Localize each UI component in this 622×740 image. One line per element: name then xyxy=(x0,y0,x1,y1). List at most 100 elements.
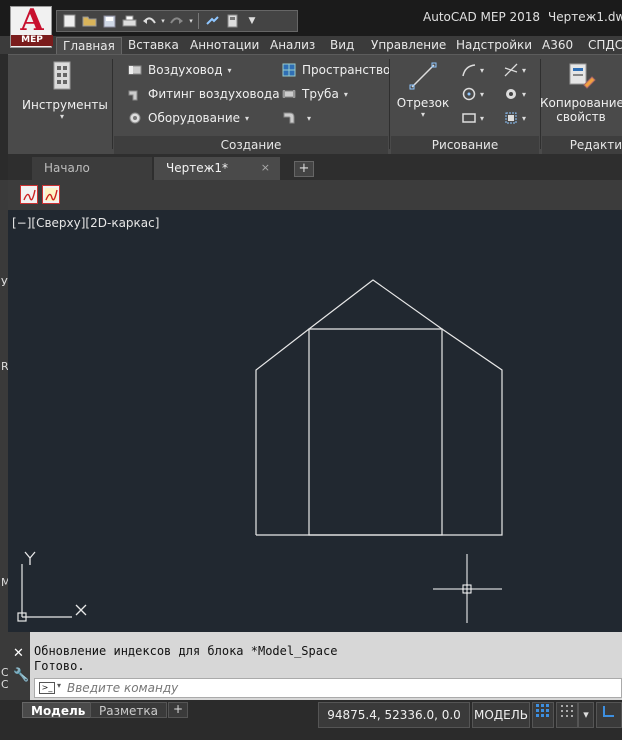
print-icon[interactable] xyxy=(119,12,139,30)
layout-tab-sheet[interactable]: Разметка xyxy=(90,702,167,718)
tab-analyze[interactable]: Анализ xyxy=(270,37,315,54)
chevron-down-icon: ▾ xyxy=(522,113,527,123)
rectangle-button[interactable]: ▾ xyxy=(462,111,484,125)
new-icon[interactable] xyxy=(59,12,79,30)
viewport-controls[interactable]: [−][Сверху][2D-каркас] xyxy=(12,216,159,230)
snap-icon[interactable] xyxy=(556,702,578,728)
ucs-icon xyxy=(17,551,87,622)
tab-a360[interactable]: A360 xyxy=(542,37,573,54)
polyline-icon xyxy=(462,63,476,77)
pipe-fitting-button[interactable]: ▾ xyxy=(282,111,311,125)
equipment-button[interactable]: Оборудование ▾ xyxy=(128,111,249,125)
circle-icon xyxy=(462,87,476,101)
match-properties-button[interactable]: Копирование свойств xyxy=(540,61,622,124)
chevron-down-icon: ▾ xyxy=(480,89,485,99)
chevron-down-icon: ▾ xyxy=(480,113,485,123)
match-properties-label-2: свойств xyxy=(556,110,606,124)
workspace-icon[interactable] xyxy=(222,12,242,30)
grid-icon[interactable] xyxy=(532,702,554,728)
redo-icon[interactable] xyxy=(167,12,187,30)
application-menu-button[interactable]: A MEP xyxy=(10,3,53,48)
tab-view[interactable]: Вид xyxy=(330,37,354,54)
tab-home[interactable]: Главная xyxy=(56,37,122,54)
command-history-line: Обновление индексов для блока *Model_Spa… xyxy=(34,644,338,658)
layout-tab-model[interactable]: Модель xyxy=(22,702,95,718)
chevron-down-icon: ▾ xyxy=(59,112,64,121)
pdf-import-icon[interactable] xyxy=(42,185,60,204)
pipe-button[interactable]: Труба ▾ xyxy=(282,87,348,101)
region-button[interactable]: ▾ xyxy=(504,111,526,125)
pdf-toolbar xyxy=(8,180,622,210)
pipe-label: Труба xyxy=(302,87,339,101)
tab-start-label: Начало xyxy=(44,161,90,175)
hatch-icon xyxy=(504,87,518,101)
tab-annotate[interactable]: Аннотации xyxy=(190,37,259,54)
pdf-export-icon[interactable] xyxy=(20,185,38,204)
panel-divider xyxy=(389,59,390,149)
open-icon[interactable] xyxy=(79,12,99,30)
construction-line-icon xyxy=(504,63,518,77)
chevron-down-icon: ▾ xyxy=(307,113,312,123)
coordinate-readout[interactable]: 94875.4, 52336.0, 0.0 xyxy=(318,702,470,728)
duct-fitting-button[interactable]: Фитинг воздуховода▾ xyxy=(128,87,289,101)
duct-fitting-icon xyxy=(128,87,142,101)
command-line-handle: ✕ 🔧 xyxy=(8,632,30,700)
tab-spds[interactable]: СПДС xyxy=(588,37,622,54)
command-prompt-icon[interactable]: >_ xyxy=(39,682,55,694)
duct-button[interactable]: Воздуховод ▾ xyxy=(128,63,232,77)
share-icon[interactable] xyxy=(202,12,222,30)
house-outline[interactable] xyxy=(255,279,503,536)
tab-addins[interactable]: Надстройки xyxy=(456,37,532,54)
construction-line-button[interactable]: ▾ xyxy=(504,63,526,77)
document-title: Чертеж1.dwg xyxy=(548,10,622,24)
model-space-toggle[interactable]: МОДЕЛЬ xyxy=(472,702,530,728)
polyline-button[interactable]: ▾ xyxy=(462,63,484,77)
duct-fitting-label: Фитинг воздуховода xyxy=(148,87,280,101)
draw-panel-title: Рисование xyxy=(391,136,539,154)
tab-insert[interactable]: Вставка xyxy=(128,37,179,54)
hatch-button[interactable]: ▾ xyxy=(504,87,526,101)
undo-icon[interactable] xyxy=(139,12,159,30)
model-space-drawing xyxy=(17,279,503,623)
add-layout-button[interactable]: + xyxy=(168,702,188,718)
document-tab-bar: Начало Чертеж1* × + xyxy=(8,154,622,180)
palette-label: У xyxy=(1,276,8,289)
tab-drawing[interactable]: Чертеж1* × xyxy=(154,157,280,180)
quick-access-toolbar: ▾ ▾ ▼ xyxy=(56,10,298,32)
chevron-down-icon: ▾ xyxy=(343,89,348,99)
docked-palette-edge: У R М С С xyxy=(0,180,11,740)
close-icon[interactable]: ✕ xyxy=(13,646,24,661)
equipment-label: Оборудование xyxy=(148,111,240,125)
chevron-down-icon: ▾ xyxy=(227,65,232,75)
wrench-icon[interactable]: 🔧 xyxy=(13,668,29,683)
new-drawing-tab-button[interactable]: + xyxy=(294,161,314,177)
tab-start[interactable]: Начало xyxy=(32,157,152,180)
save-icon[interactable] xyxy=(99,12,119,30)
region-icon xyxy=(504,111,518,125)
chevron-down-icon[interactable]: ▾ xyxy=(159,12,167,30)
ortho-icon[interactable] xyxy=(596,702,622,728)
command-input[interactable] xyxy=(67,680,607,696)
app-product-badge: MEP xyxy=(11,35,53,46)
inner-rectangle[interactable] xyxy=(308,328,443,536)
customize-icon[interactable]: ▼ xyxy=(242,12,262,30)
create-panel-title: Создание xyxy=(114,136,388,154)
chevron-down-icon: ▾ xyxy=(420,110,425,119)
chevron-down-icon: ▾ xyxy=(480,65,485,75)
chevron-down-icon[interactable]: ▾ xyxy=(57,681,61,690)
equipment-icon xyxy=(128,111,142,125)
line-button[interactable]: Отрезок ▾ xyxy=(394,61,452,119)
space-button[interactable]: Пространство xyxy=(282,63,390,77)
circle-button[interactable]: ▾ xyxy=(462,87,484,101)
line-icon xyxy=(409,62,437,90)
chevron-down-icon: ▾ xyxy=(245,113,250,123)
tools-button[interactable]: Инструменты ▾ xyxy=(22,61,108,121)
match-properties-icon xyxy=(569,63,596,89)
drawing-area[interactable]: [−][Сверху][2D-каркас] xyxy=(8,210,622,632)
tab-manage[interactable]: Управление xyxy=(371,37,446,54)
rectangle-icon xyxy=(462,111,476,125)
chevron-down-icon[interactable]: ▾ xyxy=(578,702,594,728)
command-input-box: >_ ▾ xyxy=(34,678,622,698)
chevron-down-icon[interactable]: ▾ xyxy=(187,12,195,30)
close-icon[interactable]: × xyxy=(261,157,270,179)
